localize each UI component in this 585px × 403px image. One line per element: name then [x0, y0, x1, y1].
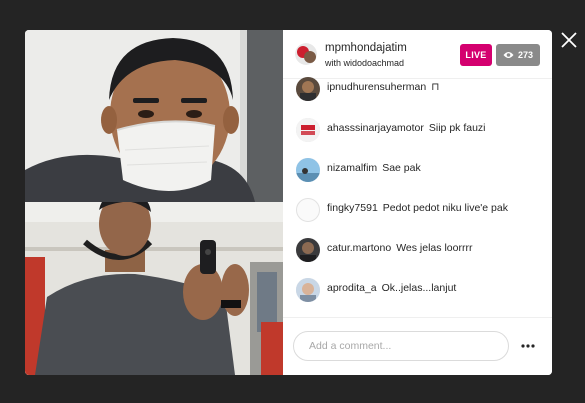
- viewer-count: 273: [517, 50, 534, 60]
- comment-avatar[interactable]: [296, 118, 320, 142]
- comment-message: ⊓: [431, 81, 440, 93]
- comment-username[interactable]: nizamalfim: [327, 162, 377, 174]
- comment-message: Wes jelas loorrrr: [396, 242, 473, 254]
- comment-text: fingky7591 Pedot pedot niku live'e pak: [327, 202, 508, 214]
- close-button[interactable]: [558, 29, 580, 51]
- comment-text: ahasssinarjayamotor Siip pk fauzi: [327, 122, 486, 134]
- comment-text: ipnudhurensuherman ⊓: [327, 81, 439, 93]
- close-icon: [561, 32, 577, 48]
- comment-item: catur.martono Wes jelas loorrrr: [283, 238, 552, 279]
- more-options-icon: [521, 344, 535, 348]
- comment-avatar[interactable]: [296, 198, 320, 222]
- live-side-panel: mpmhondajatim with widodoachmad LIVE 273: [283, 30, 552, 375]
- comment-item: ipnudhurensuherman ⊓: [283, 77, 552, 119]
- comment-input[interactable]: [293, 331, 509, 361]
- comment-text: aprodita_a Ok..jelas...lanjut: [327, 282, 456, 294]
- more-options-button[interactable]: [519, 337, 537, 355]
- comment-composer: [283, 317, 552, 375]
- host-avatar[interactable]: [295, 43, 317, 65]
- comment-item: fingky7591 Pedot pedot niku live'e pak: [283, 198, 552, 239]
- live-badge: LIVE: [460, 44, 492, 66]
- comment-message: Ok..jelas...lanjut: [381, 282, 457, 294]
- comment-list[interactable]: ipnudhurensuherman ⊓ ahasssinarjayamotor S…: [283, 77, 552, 319]
- live-video[interactable]: [25, 30, 283, 375]
- host-video-stream: [25, 30, 283, 202]
- live-video-modal: mpmhondajatim with widodoachmad LIVE 273: [25, 30, 552, 375]
- avatar-image: [296, 238, 320, 262]
- guest-video-frame: [25, 202, 283, 375]
- guest-video-stream: [25, 202, 283, 375]
- viewer-count-badge: 273: [496, 44, 540, 66]
- avatar-image: [296, 278, 320, 302]
- comment-avatar[interactable]: [296, 77, 320, 101]
- comment-avatar[interactable]: [296, 158, 320, 182]
- comment-username[interactable]: ahasssinarjayamotor: [327, 122, 424, 134]
- comment-message: Pedot pedot niku live'e pak: [382, 202, 508, 214]
- avatar-image: [296, 118, 320, 142]
- comment-username[interactable]: ipnudhurensuherman: [327, 81, 426, 93]
- live-header: mpmhondajatim with widodoachmad LIVE 273: [283, 30, 552, 79]
- comment-username[interactable]: aprodita_a: [327, 282, 377, 294]
- avatar-image: [296, 77, 320, 101]
- comment-username[interactable]: fingky7591: [327, 202, 378, 214]
- guest-line: with widodoachmad: [325, 58, 405, 68]
- comment-message: Sae pak: [382, 162, 421, 174]
- comment-item: aprodita_a Ok..jelas...lanjut: [283, 278, 552, 319]
- comment-username[interactable]: catur.martono: [327, 242, 391, 254]
- comment-message: Siip pk fauzi: [428, 122, 486, 134]
- comment-text: catur.martono Wes jelas loorrrr: [327, 242, 472, 254]
- host-avatar-image: [295, 43, 317, 65]
- comment-item: nizamalfim Sae pak: [283, 158, 552, 199]
- comment-avatar[interactable]: [296, 238, 320, 262]
- host-username[interactable]: mpmhondajatim: [325, 42, 407, 54]
- host-video-frame: [25, 30, 283, 202]
- avatar-image: [296, 158, 320, 182]
- comment-text: nizamalfim Sae pak: [327, 162, 421, 174]
- eye-icon: [503, 52, 514, 58]
- comment-avatar[interactable]: [296, 278, 320, 302]
- comment-item: ahasssinarjayamotor Siip pk fauzi: [283, 118, 552, 159]
